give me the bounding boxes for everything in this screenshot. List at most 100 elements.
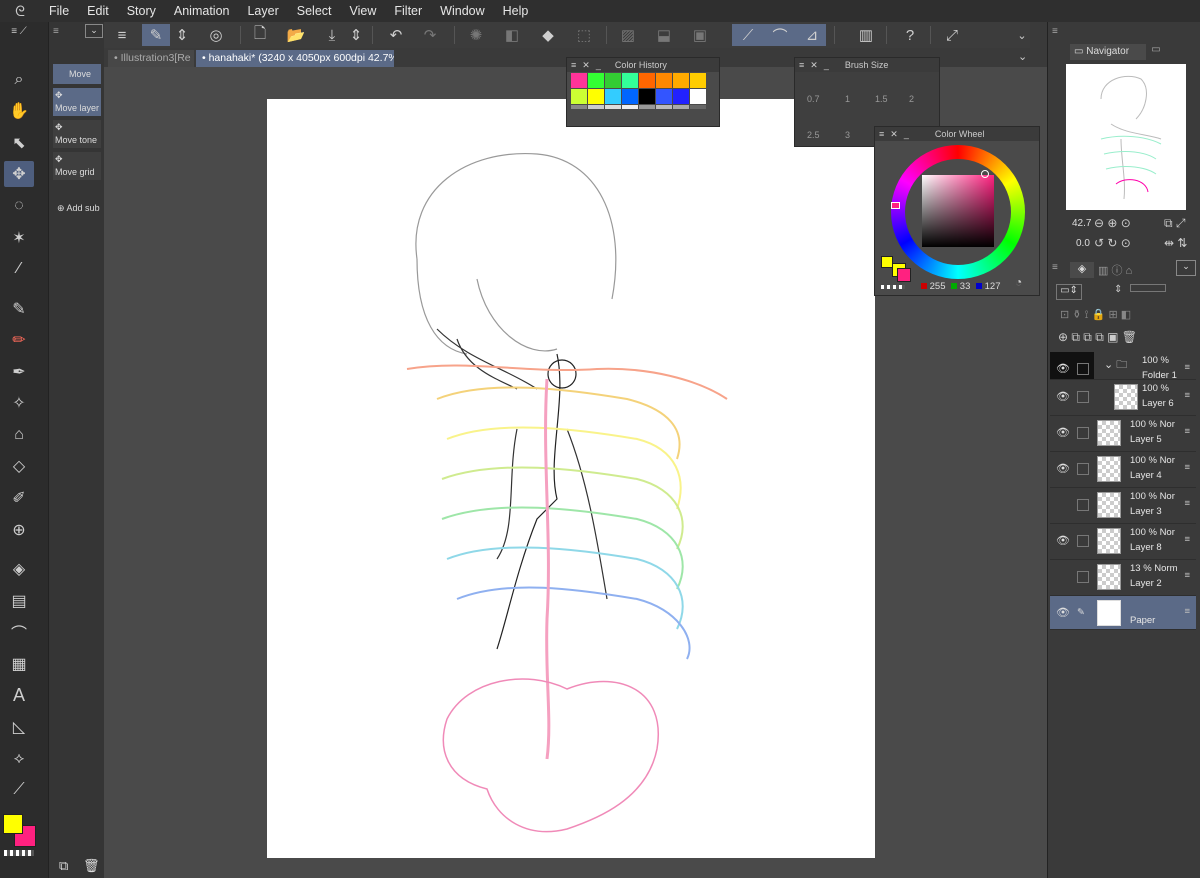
new-file-icon[interactable]: 🗋 bbox=[246, 24, 274, 46]
chevron-down-icon[interactable]: ⌄ bbox=[1018, 50, 1027, 63]
color-history-swatch[interactable] bbox=[673, 89, 689, 104]
up-down-icon[interactable]: ⇕ bbox=[174, 24, 190, 46]
color-history-swatch[interactable] bbox=[605, 105, 621, 109]
visibility-eye-icon[interactable]: 👁 bbox=[1056, 426, 1070, 439]
zoom-value[interactable]: 42.7 bbox=[1072, 218, 1091, 229]
menu-filter[interactable]: Filter bbox=[385, 4, 431, 18]
layer-menu-icon[interactable]: ≡ bbox=[1184, 390, 1190, 401]
magic-wand-icon[interactable]: ✶ bbox=[4, 225, 34, 251]
visibility-eye-icon[interactable]: 👁 bbox=[1056, 606, 1070, 619]
minimize-icon[interactable]: _ bbox=[596, 60, 601, 70]
brush-size-3[interactable]: 3 bbox=[845, 130, 850, 140]
add-subtool-button[interactable]: ⊕ Add sub bbox=[57, 203, 100, 214]
layer-menu-icon[interactable]: ≡ bbox=[1184, 498, 1190, 509]
pen-icon[interactable]: ✎ bbox=[4, 296, 34, 322]
ruler-icon[interactable]: ⟡ bbox=[4, 746, 34, 772]
menu-story[interactable]: Story bbox=[118, 4, 165, 18]
brush-size-2[interactable]: 2 bbox=[909, 94, 914, 104]
panel-grip-icon[interactable]: ≡ bbox=[1052, 262, 1058, 273]
fill-icon[interactable]: ◆ bbox=[534, 24, 562, 46]
tab-hanahaki[interactable]: • hanahaki* (3240 x 4050px 600dpi 42.7%) bbox=[196, 50, 394, 67]
curve-snap-icon[interactable]: ⌒ bbox=[766, 24, 794, 46]
color-history-swatch[interactable] bbox=[622, 73, 638, 88]
color-history-swatch[interactable] bbox=[588, 105, 604, 109]
flip-icon[interactable]: ⇹ ⇅ bbox=[1164, 236, 1187, 250]
chevron-down-icon[interactable]: ⌄ bbox=[85, 24, 103, 38]
rotation-value[interactable]: 0.0 bbox=[1076, 238, 1090, 249]
duplicate-icon[interactable]: ⧉ bbox=[59, 858, 68, 874]
tab-subview[interactable]: ▭ bbox=[1146, 44, 1166, 60]
layer-menu-icon[interactable]: ≡ bbox=[1184, 534, 1190, 545]
fit-window-icon[interactable]: ⧉ ⤢ bbox=[1164, 216, 1186, 231]
main-color-swatch[interactable] bbox=[3, 814, 23, 834]
color-history-swatch[interactable] bbox=[639, 73, 655, 88]
color-history-swatch[interactable] bbox=[656, 105, 672, 109]
toolbar-grip-icon[interactable]: ≡ ⟋ bbox=[4, 24, 34, 38]
color-history-swatch[interactable] bbox=[690, 105, 706, 109]
visibility-eye-icon[interactable]: 👁 bbox=[1056, 534, 1070, 547]
gradient-icon[interactable]: ▤ bbox=[4, 588, 34, 614]
frame-icon[interactable]: ▦ bbox=[4, 651, 34, 677]
visibility-eye-icon[interactable]: 👁 bbox=[1056, 362, 1070, 375]
mesh-icon[interactable]: ⊕ bbox=[4, 517, 34, 543]
open-folder-icon[interactable]: 📂 bbox=[282, 24, 310, 46]
layer-lock-checkbox[interactable] bbox=[1077, 427, 1089, 439]
lasso-icon[interactable]: ◌ bbox=[4, 193, 34, 219]
layer-lock-checkbox[interactable] bbox=[1077, 391, 1089, 403]
ruler-snap-icon[interactable]: ⟋ bbox=[734, 24, 762, 46]
sv-cursor[interactable] bbox=[981, 170, 989, 178]
zoom-controls[interactable]: ⊖ ⊕ ⊙ bbox=[1094, 216, 1131, 230]
brush-size-2-5[interactable]: 2.5 bbox=[807, 130, 820, 140]
layer-row[interactable]: 👁 ✎ Paper ≡ bbox=[1050, 596, 1196, 630]
color-history-swatch[interactable] bbox=[673, 73, 689, 88]
brush-icon[interactable]: ✒ bbox=[4, 359, 34, 385]
clear-selection-icon[interactable]: ▨ bbox=[614, 24, 642, 46]
color-history-swatch[interactable] bbox=[571, 105, 587, 109]
color-history-swatch[interactable] bbox=[571, 73, 587, 88]
app-logo-icon[interactable]: ᘓ bbox=[0, 3, 40, 20]
visibility-eye-icon[interactable]: 👁 bbox=[1056, 390, 1070, 403]
brush-size-1[interactable]: 1 bbox=[845, 94, 850, 104]
color-history-swatch[interactable] bbox=[639, 105, 655, 109]
hand-icon[interactable]: ✋ bbox=[4, 98, 34, 124]
hamburger-menu-icon[interactable]: ≡ bbox=[108, 24, 136, 46]
panel-grip-icon[interactable]: ≡ bbox=[799, 60, 804, 70]
expand-icon[interactable]: ⤢ bbox=[938, 24, 966, 46]
help-icon[interactable]: ? bbox=[896, 24, 924, 46]
menu-help[interactable]: Help bbox=[494, 4, 538, 18]
eyedropper-icon[interactable]: ⁄ bbox=[4, 256, 34, 282]
transparent-color-icon[interactable] bbox=[4, 850, 34, 856]
color-history-swatch[interactable] bbox=[656, 73, 672, 88]
color-history-swatch[interactable] bbox=[690, 89, 706, 104]
rotation-controls[interactable]: ↺ ↻ ⊙ bbox=[1094, 236, 1131, 250]
move-tool-icon[interactable]: ✥ bbox=[4, 161, 34, 187]
menu-file[interactable]: File bbox=[40, 4, 78, 18]
visibility-eye-icon[interactable]: 👁 bbox=[1056, 462, 1070, 475]
sub-color-swatch[interactable] bbox=[897, 268, 911, 282]
close-icon[interactable]: ✕ bbox=[810, 60, 818, 71]
device-icon[interactable]: ▥ bbox=[852, 24, 880, 46]
pencil-icon[interactable]: ✏ bbox=[4, 327, 34, 353]
menu-animation[interactable]: Animation bbox=[165, 4, 239, 18]
object-select-icon[interactable]: ⬉ bbox=[4, 130, 34, 156]
panel-grip-icon[interactable]: ≡ bbox=[1052, 26, 1058, 37]
main-color-small[interactable] bbox=[881, 256, 893, 268]
color-history-swatch[interactable] bbox=[622, 105, 638, 109]
airbrush-icon[interactable]: ✧ bbox=[4, 390, 34, 416]
menu-select[interactable]: Select bbox=[288, 4, 341, 18]
panel-grip-icon[interactable]: ≡ bbox=[571, 60, 576, 70]
layer-row[interactable]: 👁 100 % Nor Layer 5 ≡ bbox=[1050, 416, 1196, 452]
tab-navigator[interactable]: ▭ Navigator bbox=[1070, 44, 1146, 60]
close-icon[interactable]: ✕ bbox=[890, 129, 898, 140]
color-mode-icon[interactable]: ◔ bbox=[1015, 275, 1022, 289]
transparent-color-icon[interactable] bbox=[881, 285, 905, 289]
opacity-stepper[interactable]: ⇕ bbox=[1114, 284, 1122, 295]
close-icon[interactable]: ✕ bbox=[582, 60, 590, 71]
menu-window[interactable]: Window bbox=[431, 4, 493, 18]
minimize-icon[interactable]: _ bbox=[824, 60, 829, 70]
invert-icon[interactable]: ▣ bbox=[686, 24, 714, 46]
layer-row[interactable]: 👁 ⌄ 🗀 100 % Folder 1 ≡ bbox=[1050, 352, 1196, 381]
brush-size-1-5[interactable]: 1.5 bbox=[875, 94, 888, 104]
layer-row[interactable]: 👁 100 % Nor Layer 4 ≡ bbox=[1050, 452, 1196, 488]
fill-bucket-icon[interactable]: ◈ bbox=[4, 556, 34, 582]
